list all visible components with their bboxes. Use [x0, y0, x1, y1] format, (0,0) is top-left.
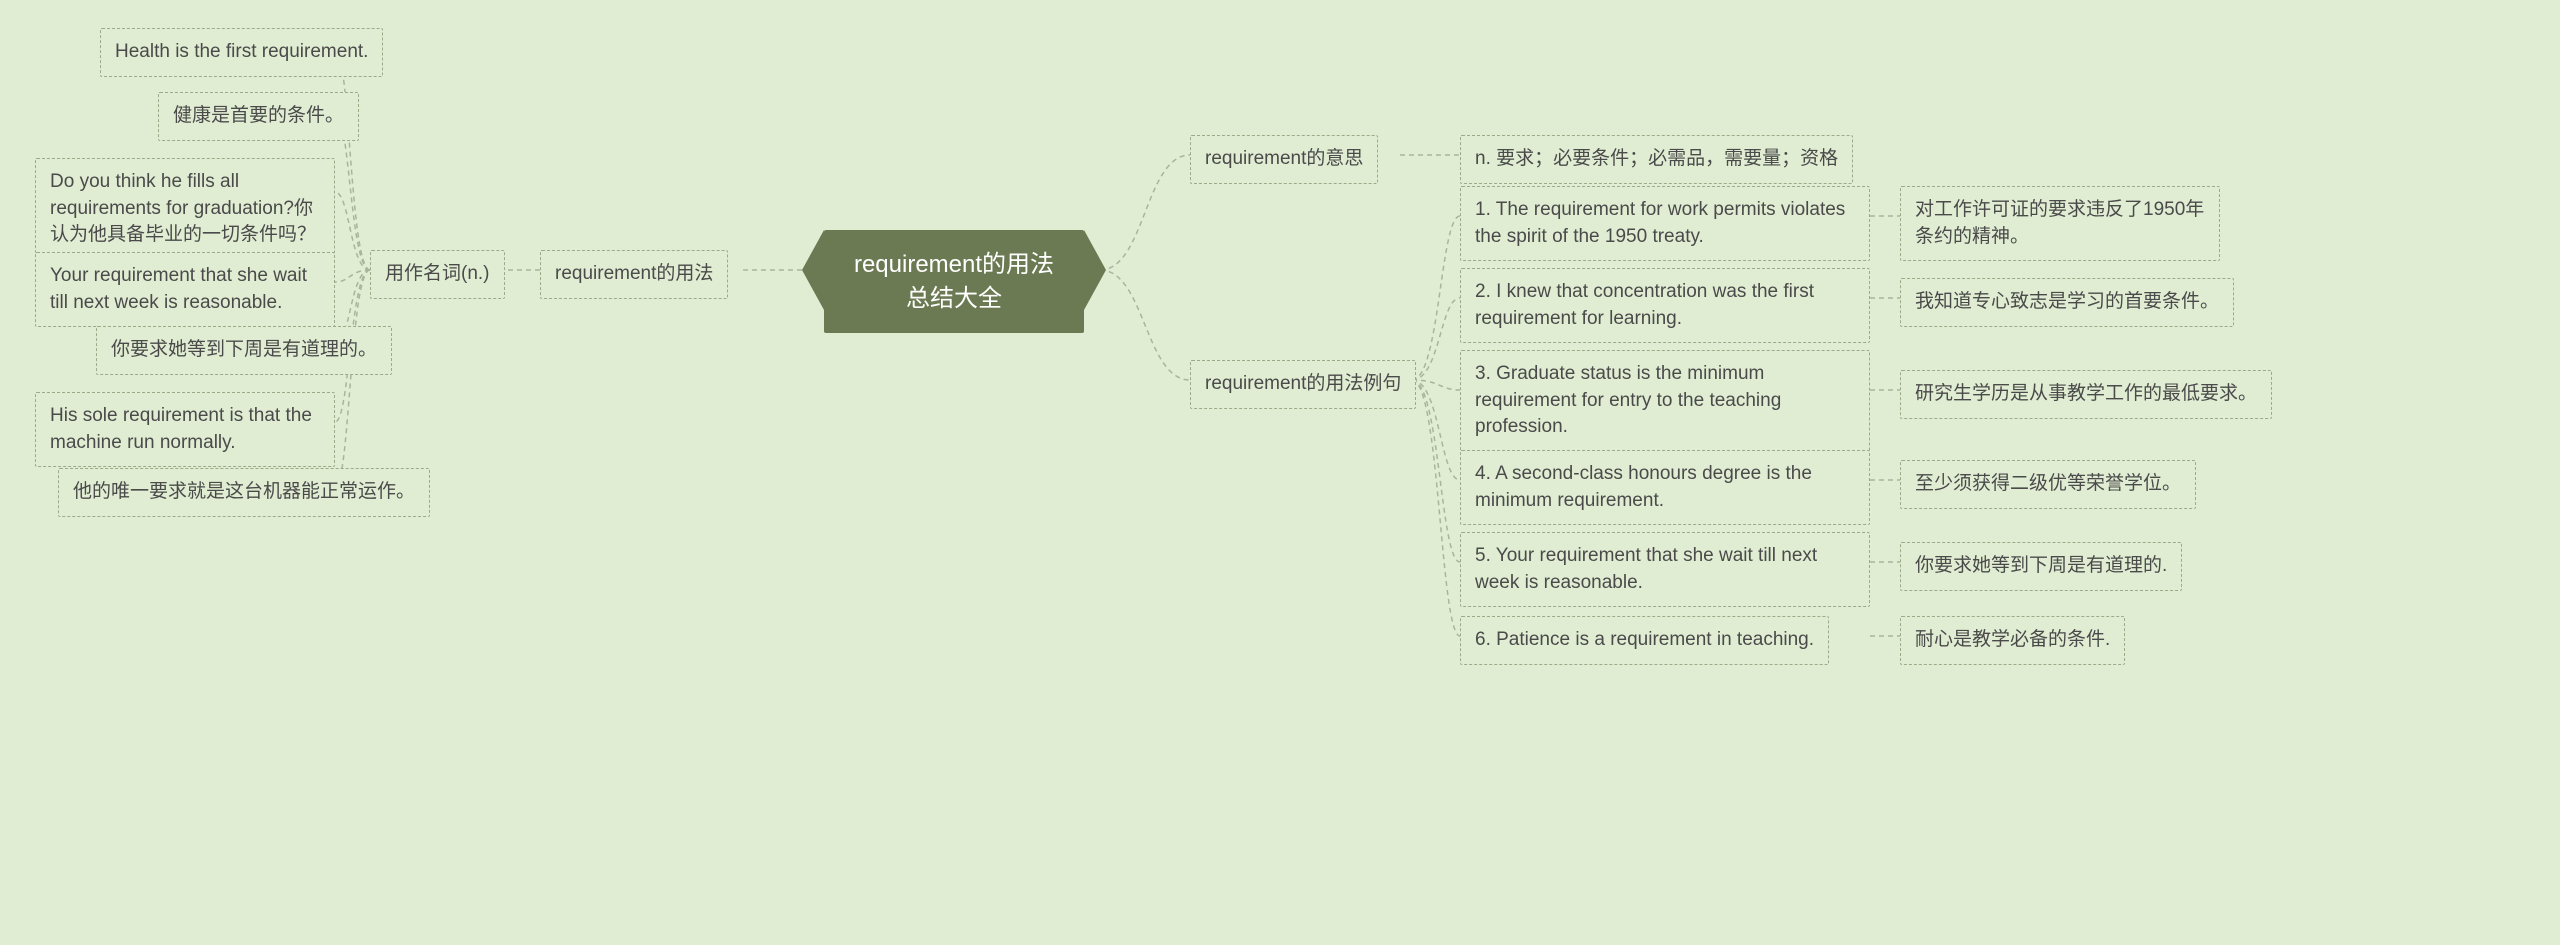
left-example-1-text: 健康是首要的条件。	[173, 105, 344, 126]
ex-en-4-text: 5. Your requirement that she wait till n…	[1475, 545, 1817, 593]
node-noun[interactable]: 用作名词(n.)	[370, 250, 505, 299]
left-example-1[interactable]: 健康是首要的条件。	[158, 92, 359, 141]
left-example-2-text: Do you think he fills all requirements f…	[50, 171, 316, 245]
ex-en-3[interactable]: 4. A second-class honours degree is the …	[1460, 450, 1870, 525]
root-title: requirement的用法总结大全	[854, 251, 1054, 312]
node-meaning-text-content: n. 要求；必要条件；必需品，需要量；资格	[1475, 148, 1838, 169]
ex-zh-0[interactable]: 对工作许可证的要求违反了1950年条约的精神。	[1900, 186, 2220, 261]
ex-en-2-text: 3. Graduate status is the minimum requir…	[1475, 363, 1781, 437]
ex-en-3-text: 4. A second-class honours degree is the …	[1475, 463, 1812, 511]
ex-zh-4[interactable]: 你要求她等到下周是有道理的.	[1900, 542, 2182, 591]
ex-en-4[interactable]: 5. Your requirement that she wait till n…	[1460, 532, 1870, 607]
left-example-3[interactable]: Your requirement that she wait till next…	[35, 252, 335, 327]
node-meaning-text[interactable]: n. 要求；必要条件；必需品，需要量；资格	[1460, 135, 1853, 184]
node-examples-label: requirement的用法例句	[1205, 373, 1401, 394]
left-example-0-text: Health is the first requirement.	[115, 41, 368, 62]
left-example-4[interactable]: 你要求她等到下周是有道理的。	[96, 326, 392, 375]
ex-en-5-text: 6. Patience is a requirement in teaching…	[1475, 629, 1814, 650]
ex-zh-5-text: 耐心是教学必备的条件.	[1915, 629, 2110, 650]
ex-zh-2[interactable]: 研究生学历是从事教学工作的最低要求。	[1900, 370, 2272, 419]
left-example-5-text: His sole requirement is that the machine…	[50, 405, 312, 453]
ex-zh-2-text: 研究生学历是从事教学工作的最低要求。	[1915, 383, 2257, 404]
node-meaning-label: requirement的意思	[1205, 148, 1363, 169]
root-node[interactable]: requirement的用法总结大全	[824, 230, 1084, 333]
node-usage-label: requirement的用法	[555, 263, 713, 284]
node-noun-label: 用作名词(n.)	[385, 263, 490, 284]
left-example-2[interactable]: Do you think he fills all requirements f…	[35, 158, 335, 260]
ex-en-0[interactable]: 1. The requirement for work permits viol…	[1460, 186, 1870, 261]
ex-en-5[interactable]: 6. Patience is a requirement in teaching…	[1460, 616, 1829, 665]
mindmap-canvas: requirement的用法总结大全 requirement的用法 用作名词(n…	[0, 0, 2560, 945]
ex-zh-5[interactable]: 耐心是教学必备的条件.	[1900, 616, 2125, 665]
left-example-5[interactable]: His sole requirement is that the machine…	[35, 392, 335, 467]
ex-zh-1[interactable]: 我知道专心致志是学习的首要条件。	[1900, 278, 2234, 327]
left-example-0[interactable]: Health is the first requirement.	[100, 28, 383, 77]
ex-en-1[interactable]: 2. I knew that concentration was the fir…	[1460, 268, 1870, 343]
ex-en-2[interactable]: 3. Graduate status is the minimum requir…	[1460, 350, 1870, 452]
ex-en-0-text: 1. The requirement for work permits viol…	[1475, 199, 1845, 247]
node-meaning[interactable]: requirement的意思	[1190, 135, 1378, 184]
ex-en-1-text: 2. I knew that concentration was the fir…	[1475, 281, 1814, 329]
left-example-6-text: 他的唯一要求就是这台机器能正常运作。	[73, 481, 415, 502]
ex-zh-0-text: 对工作许可证的要求违反了1950年条约的精神。	[1915, 199, 2204, 247]
left-example-4-text: 你要求她等到下周是有道理的。	[111, 339, 377, 360]
node-usage[interactable]: requirement的用法	[540, 250, 728, 299]
ex-zh-3[interactable]: 至少须获得二级优等荣誉学位。	[1900, 460, 2196, 509]
left-example-3-text: Your requirement that she wait till next…	[50, 265, 307, 313]
ex-zh-3-text: 至少须获得二级优等荣誉学位。	[1915, 473, 2181, 494]
node-examples[interactable]: requirement的用法例句	[1190, 360, 1416, 409]
ex-zh-1-text: 我知道专心致志是学习的首要条件。	[1915, 291, 2219, 312]
ex-zh-4-text: 你要求她等到下周是有道理的.	[1915, 555, 2167, 576]
left-example-6[interactable]: 他的唯一要求就是这台机器能正常运作。	[58, 468, 430, 517]
